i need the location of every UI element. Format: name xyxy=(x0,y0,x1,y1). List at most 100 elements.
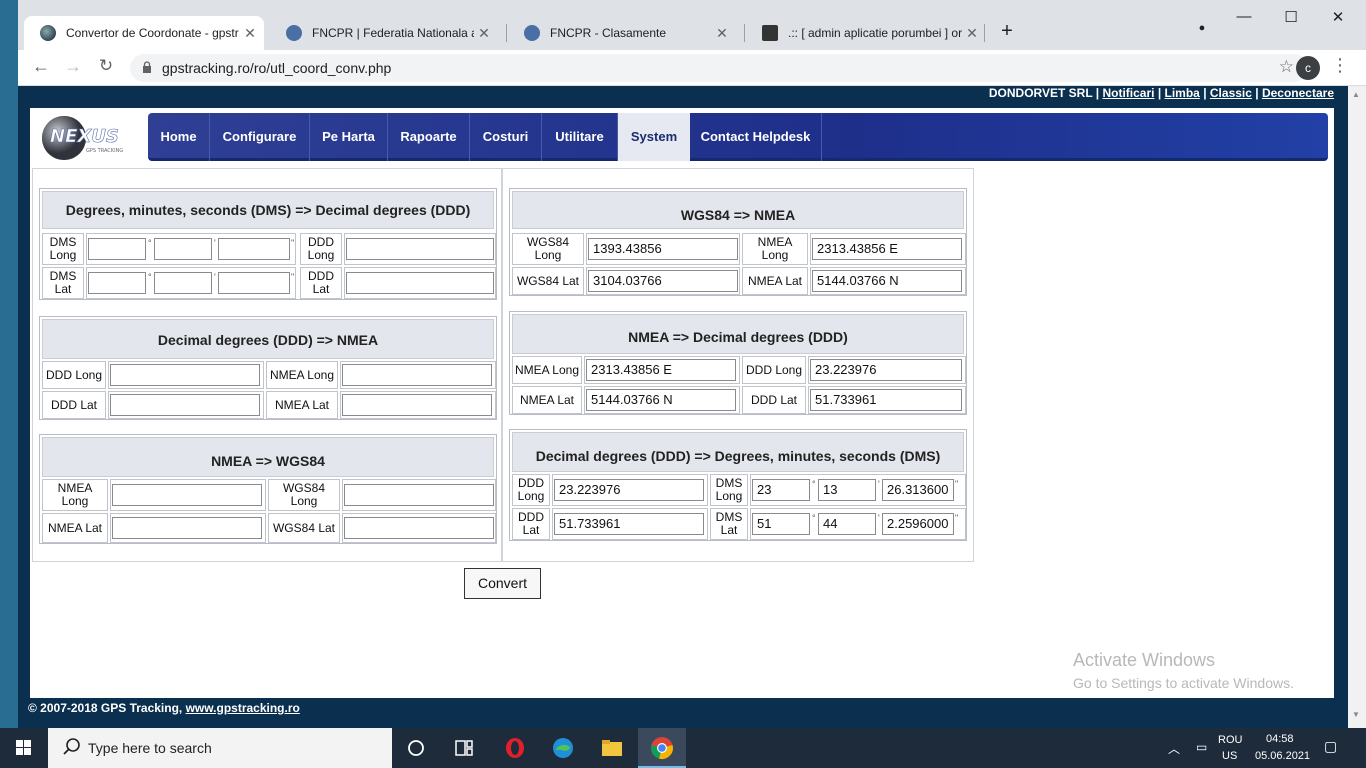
back-icon[interactable]: ← xyxy=(28,56,54,77)
menu-dots-icon[interactable]: ⋮ xyxy=(1330,55,1350,76)
dms-long-min-output[interactable]: 13 xyxy=(818,479,876,501)
notification-icon[interactable]: ▢ xyxy=(1324,738,1337,755)
link-limba[interactable]: Limba xyxy=(1165,86,1200,100)
nmea-long-output[interactable] xyxy=(342,364,492,386)
page-content: NEXUS GPS TRACKING Home Configurare Pe H… xyxy=(30,108,1334,698)
dms-long-deg-input[interactable] xyxy=(88,238,146,260)
address-bar[interactable]: gpstracking.ro/ro/utl_coord_conv.php ☆ xyxy=(130,54,1308,82)
nav-home[interactable]: Home xyxy=(148,113,210,161)
nmea-long-input[interactable]: 2313.43856 E xyxy=(586,359,736,381)
forward-icon[interactable]: → xyxy=(60,56,86,77)
close-icon[interactable]: ✕ xyxy=(962,25,982,42)
file-explorer-icon[interactable] xyxy=(600,736,624,760)
page-scrollbar[interactable]: ▲ ▼ xyxy=(1348,86,1366,728)
tab-convertor[interactable]: Convertor de Coordonate - gpstr ✕ xyxy=(24,16,264,50)
dms-long-sec-input[interactable] xyxy=(218,238,290,260)
scroll-up-icon[interactable]: ▲ xyxy=(1352,90,1360,99)
dms-lat-deg-output[interactable]: 51 xyxy=(752,513,810,535)
nmea-long-input[interactable] xyxy=(112,484,262,506)
dms-lat-deg-input[interactable] xyxy=(88,272,146,294)
ddd-long-input[interactable]: 23.223976 xyxy=(554,479,704,501)
wgs84-lat-output[interactable] xyxy=(344,517,494,539)
chevron-up-icon[interactable]: ︿ xyxy=(1168,740,1180,757)
wgs84-long-input[interactable]: 1393.43856 xyxy=(588,238,738,260)
close-icon[interactable]: ✕ xyxy=(240,25,260,42)
panel-nmea-to-ddd: NMEA => Decimal degrees (DDD) NMEA Long … xyxy=(509,311,967,415)
watermark-title: Activate Windows xyxy=(1073,650,1216,670)
dms-long-min-input[interactable] xyxy=(154,238,212,260)
panel-title: WGS84 => NMEA xyxy=(512,191,964,229)
tab-fncpr-federatia[interactable]: FNCPR | Federatia Nationala a Cr ✕ xyxy=(270,16,498,50)
convert-button[interactable]: Convert xyxy=(464,568,541,599)
ddd-lat-input[interactable]: 51.733961 xyxy=(554,513,704,535)
panel-title: NMEA => WGS84 xyxy=(42,437,494,477)
nav-rapoarte[interactable]: Rapoarte xyxy=(388,113,470,161)
nav-configurare[interactable]: Configurare xyxy=(210,113,310,161)
nav-contact-helpdesk[interactable]: Contact Helpdesk xyxy=(690,113,822,161)
nmea-lat-label: NMEA Lat xyxy=(742,267,808,295)
link-deconectare[interactable]: Deconectare xyxy=(1262,86,1334,100)
windows-start-icon[interactable] xyxy=(0,728,48,768)
nav-system[interactable]: System xyxy=(618,113,690,161)
company-name: DONDORVET SRL xyxy=(988,86,1093,100)
nmea-lat-output[interactable] xyxy=(342,394,492,416)
dms-lat-min-input[interactable] xyxy=(154,272,212,294)
ddd-long-input[interactable] xyxy=(110,364,260,386)
ddd-long-output[interactable]: 23.223976 xyxy=(810,359,962,381)
close-icon[interactable]: ✕ xyxy=(474,25,494,42)
nmea-long-output[interactable]: 2313.43856 E xyxy=(812,238,962,260)
close-icon[interactable]: ✕ xyxy=(712,25,732,42)
url-text: gpstracking.ro/ro/utl_coord_conv.php xyxy=(162,60,392,76)
nav-costuri[interactable]: Costuri xyxy=(470,113,542,161)
new-tab-icon[interactable]: + xyxy=(992,20,1022,43)
dms-lat-sec-output[interactable]: 2.2596000 xyxy=(882,513,954,535)
account-bar: DONDORVET SRL | Notificari | Limba | Cla… xyxy=(988,86,1334,100)
footer-link[interactable]: www.gpstracking.ro xyxy=(186,701,300,715)
link-notificari[interactable]: Notificari xyxy=(1102,86,1154,100)
profile-avatar[interactable]: c xyxy=(1296,56,1320,80)
dms-lat-min-output[interactable]: 44 xyxy=(818,513,876,535)
language-code[interactable]: ROU xyxy=(1218,734,1242,746)
bookmark-star-icon[interactable]: ☆ xyxy=(1279,57,1294,77)
clock-time[interactable]: 04:58 xyxy=(1266,733,1294,745)
ddd-long-output[interactable] xyxy=(346,238,494,260)
chrome-icon[interactable] xyxy=(650,736,674,760)
wgs84-lat-label: WGS84 Lat xyxy=(268,513,340,543)
panel-title: Decimal degrees (DDD) => NMEA xyxy=(42,319,494,359)
nav-utilitare[interactable]: Utilitare xyxy=(542,113,618,161)
minute-unit: ' xyxy=(214,238,216,248)
ddd-lat-output[interactable]: 51.733961 xyxy=(810,389,962,411)
dms-long-deg-output[interactable]: 23 xyxy=(752,479,810,501)
tab-admin-porumbei[interactable]: .:: [ admin aplicatie porumbei ] or ✕ xyxy=(746,16,986,50)
nmea-lat-input[interactable] xyxy=(112,517,262,539)
panel-title: Decimal degrees (DDD) => Degrees, minute… xyxy=(512,432,964,472)
window-close-icon[interactable]: ✕ xyxy=(1323,8,1353,26)
scroll-down-icon[interactable]: ▼ xyxy=(1352,710,1360,719)
battery-icon[interactable]: ▭ xyxy=(1196,740,1207,754)
wgs84-lat-input[interactable]: 3104.03766 xyxy=(588,270,738,292)
maximize-icon[interactable]: ☐ xyxy=(1276,8,1306,26)
tab-search-icon[interactable]: ● xyxy=(1187,22,1217,34)
nmea-long-label: NMEA Long xyxy=(512,356,582,384)
ddd-lat-output[interactable] xyxy=(346,272,494,294)
dms-long-sec-output[interactable]: 26.313600 xyxy=(882,479,954,501)
reload-icon[interactable]: ↻ xyxy=(93,56,119,76)
edge-icon[interactable] xyxy=(551,736,575,760)
clock-date[interactable]: 05.06.2021 xyxy=(1255,750,1310,762)
widgets-icon[interactable] xyxy=(452,736,476,760)
opera-icon[interactable] xyxy=(503,736,527,760)
nmea-lat-output[interactable]: 5144.03766 N xyxy=(812,270,962,292)
ddd-lat-input[interactable] xyxy=(110,394,260,416)
minimize-icon[interactable]: — xyxy=(1229,8,1259,25)
dms-lat-sec-input[interactable] xyxy=(218,272,290,294)
task-view-icon[interactable] xyxy=(404,736,428,760)
nmea-lat-input[interactable]: 5144.03766 N xyxy=(586,389,736,411)
nav-pe-harta[interactable]: Pe Harta xyxy=(310,113,388,161)
ddd-lat-label: DDD Lat xyxy=(512,508,550,540)
keyboard-layout[interactable]: US xyxy=(1222,750,1237,762)
taskbar-search[interactable]: Type here to search xyxy=(48,728,392,768)
tab-fncpr-clasamente[interactable]: FNCPR - Clasamente ✕ xyxy=(508,16,736,50)
link-classic[interactable]: Classic xyxy=(1210,86,1252,100)
wgs84-long-output[interactable] xyxy=(344,484,494,506)
minute-unit: ' xyxy=(214,272,216,282)
